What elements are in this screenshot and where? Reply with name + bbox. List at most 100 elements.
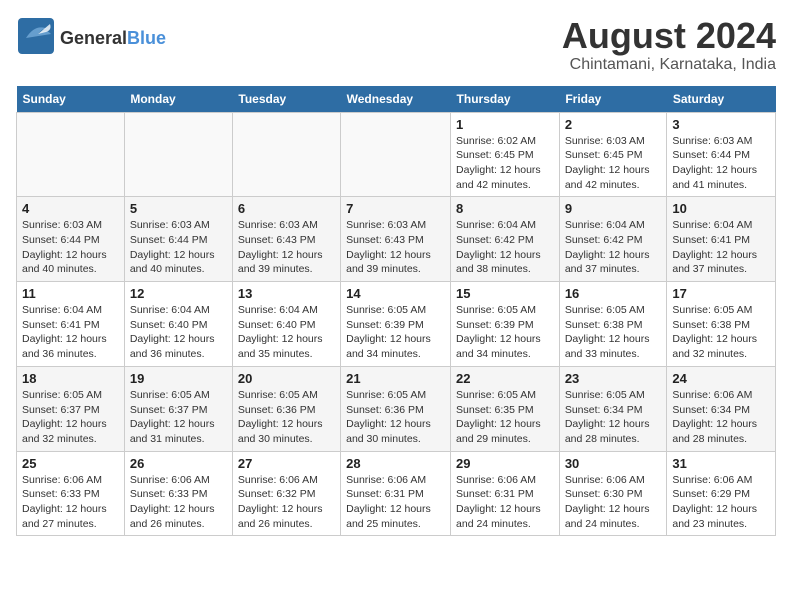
day-info: Sunrise: 6:04 AMSunset: 6:42 PMDaylight:…: [456, 218, 554, 277]
calendar-cell: 13 Sunrise: 6:04 AMSunset: 6:40 PMDayligh…: [232, 282, 340, 367]
header-cell-monday: Monday: [124, 86, 232, 113]
day-info: Sunrise: 6:02 AMSunset: 6:45 PMDaylight:…: [456, 134, 554, 193]
day-number: 25: [22, 456, 119, 471]
header-cell-sunday: Sunday: [17, 86, 125, 113]
day-number: 3: [672, 117, 770, 132]
day-info: Sunrise: 6:04 AMSunset: 6:40 PMDaylight:…: [238, 303, 335, 362]
day-number: 15: [456, 286, 554, 301]
calendar-cell: [124, 112, 232, 197]
page-header: GeneralBlue August 2024 Chintamani, Karn…: [16, 16, 776, 74]
title-block: August 2024 Chintamani, Karnataka, India: [562, 16, 776, 74]
calendar-cell: 12 Sunrise: 6:04 AMSunset: 6:40 PMDayligh…: [124, 282, 232, 367]
calendar-cell: 15 Sunrise: 6:05 AMSunset: 6:39 PMDayligh…: [451, 282, 560, 367]
day-number: 18: [22, 371, 119, 386]
calendar-cell: 5 Sunrise: 6:03 AMSunset: 6:44 PMDaylight…: [124, 197, 232, 282]
day-number: 13: [238, 286, 335, 301]
day-info: Sunrise: 6:04 AMSunset: 6:41 PMDaylight:…: [22, 303, 119, 362]
day-info: Sunrise: 6:05 AMSunset: 6:38 PMDaylight:…: [672, 303, 770, 362]
day-info: Sunrise: 6:03 AMSunset: 6:45 PMDaylight:…: [565, 134, 662, 193]
day-info: Sunrise: 6:03 AMSunset: 6:44 PMDaylight:…: [130, 218, 227, 277]
day-number: 26: [130, 456, 227, 471]
day-number: 19: [130, 371, 227, 386]
day-info: Sunrise: 6:05 AMSunset: 6:34 PMDaylight:…: [565, 388, 662, 447]
calendar-cell: 6 Sunrise: 6:03 AMSunset: 6:43 PMDaylight…: [232, 197, 340, 282]
calendar-cell: 4 Sunrise: 6:03 AMSunset: 6:44 PMDaylight…: [17, 197, 125, 282]
day-info: Sunrise: 6:05 AMSunset: 6:36 PMDaylight:…: [346, 388, 445, 447]
calendar-cell: 27Sunrise: 6:06 AMSunset: 6:32 PMDayligh…: [232, 451, 340, 536]
day-number: 14: [346, 286, 445, 301]
day-info: Sunrise: 6:06 AMSunset: 6:33 PMDaylight:…: [130, 473, 227, 532]
day-info: Sunrise: 6:06 AMSunset: 6:33 PMDaylight:…: [22, 473, 119, 532]
calendar-cell: 11 Sunrise: 6:04 AMSunset: 6:41 PMDayligh…: [17, 282, 125, 367]
header-row: SundayMondayTuesdayWednesdayThursdayFrid…: [17, 86, 776, 113]
day-number: 5: [130, 201, 227, 216]
logo: GeneralBlue: [16, 16, 166, 61]
calendar-cell: 16Sunrise: 6:05 AMSunset: 6:38 PMDayligh…: [559, 282, 667, 367]
calendar-cell: 30 Sunrise: 6:06 AMSunset: 6:30 PMDayligh…: [559, 451, 667, 536]
day-number: 9: [565, 201, 662, 216]
day-number: 7: [346, 201, 445, 216]
day-number: 4: [22, 201, 119, 216]
day-info: Sunrise: 6:06 AMSunset: 6:31 PMDaylight:…: [346, 473, 445, 532]
day-number: 2: [565, 117, 662, 132]
day-info: Sunrise: 6:05 AMSunset: 6:39 PMDaylight:…: [346, 303, 445, 362]
calendar-cell: 22 Sunrise: 6:05 AMSunset: 6:35 PMDayligh…: [451, 366, 560, 451]
calendar-cell: [17, 112, 125, 197]
day-number: 6: [238, 201, 335, 216]
day-number: 24: [672, 371, 770, 386]
day-info: Sunrise: 6:05 AMSunset: 6:37 PMDaylight:…: [130, 388, 227, 447]
header-cell-thursday: Thursday: [451, 86, 560, 113]
calendar-cell: 3 Sunrise: 6:03 AMSunset: 6:44 PMDaylight…: [667, 112, 776, 197]
calendar-cell: 31Sunrise: 6:06 AMSunset: 6:29 PMDayligh…: [667, 451, 776, 536]
day-info: Sunrise: 6:03 AMSunset: 6:43 PMDaylight:…: [346, 218, 445, 277]
day-info: Sunrise: 6:05 AMSunset: 6:35 PMDaylight:…: [456, 388, 554, 447]
day-number: 11: [22, 286, 119, 301]
header-cell-tuesday: Tuesday: [232, 86, 340, 113]
day-info: Sunrise: 6:03 AMSunset: 6:43 PMDaylight:…: [238, 218, 335, 277]
header-cell-saturday: Saturday: [667, 86, 776, 113]
calendar-cell: 28 Sunrise: 6:06 AMSunset: 6:31 PMDayligh…: [341, 451, 451, 536]
day-number: 22: [456, 371, 554, 386]
calendar-table: SundayMondayTuesdayWednesdayThursdayFrid…: [16, 86, 776, 537]
day-info: Sunrise: 6:06 AMSunset: 6:32 PMDaylight:…: [238, 473, 335, 532]
day-number: 1: [456, 117, 554, 132]
day-info: Sunrise: 6:05 AMSunset: 6:39 PMDaylight:…: [456, 303, 554, 362]
logo-icon: [16, 16, 56, 56]
day-info: Sunrise: 6:04 AMSunset: 6:40 PMDaylight:…: [130, 303, 227, 362]
logo-blue: Blue: [127, 28, 166, 48]
calendar-week-row: 4 Sunrise: 6:03 AMSunset: 6:44 PMDaylight…: [17, 197, 776, 282]
day-info: Sunrise: 6:05 AMSunset: 6:36 PMDaylight:…: [238, 388, 335, 447]
day-number: 16: [565, 286, 662, 301]
day-number: 31: [672, 456, 770, 471]
day-number: 30: [565, 456, 662, 471]
header-cell-friday: Friday: [559, 86, 667, 113]
day-number: 20: [238, 371, 335, 386]
day-info: Sunrise: 6:06 AMSunset: 6:30 PMDaylight:…: [565, 473, 662, 532]
calendar-cell: 26 Sunrise: 6:06 AMSunset: 6:33 PMDayligh…: [124, 451, 232, 536]
calendar-cell: 2 Sunrise: 6:03 AMSunset: 6:45 PMDaylight…: [559, 112, 667, 197]
day-info: Sunrise: 6:06 AMSunset: 6:31 PMDaylight:…: [456, 473, 554, 532]
calendar-week-row: 25 Sunrise: 6:06 AMSunset: 6:33 PMDayligh…: [17, 451, 776, 536]
calendar-week-row: 18 Sunrise: 6:05 AMSunset: 6:37 PMDayligh…: [17, 366, 776, 451]
calendar-cell: [232, 112, 340, 197]
calendar-week-row: 11 Sunrise: 6:04 AMSunset: 6:41 PMDayligh…: [17, 282, 776, 367]
day-info: Sunrise: 6:03 AMSunset: 6:44 PMDaylight:…: [22, 218, 119, 277]
calendar-cell: 1 Sunrise: 6:02 AMSunset: 6:45 PMDaylight…: [451, 112, 560, 197]
calendar-cell: 7 Sunrise: 6:03 AMSunset: 6:43 PMDaylight…: [341, 197, 451, 282]
calendar-cell: 9Sunrise: 6:04 AMSunset: 6:42 PMDaylight…: [559, 197, 667, 282]
calendar-cell: 17Sunrise: 6:05 AMSunset: 6:38 PMDayligh…: [667, 282, 776, 367]
location: Chintamani, Karnataka, India: [562, 56, 776, 74]
day-number: 21: [346, 371, 445, 386]
calendar-cell: 21 Sunrise: 6:05 AMSunset: 6:36 PMDayligh…: [341, 366, 451, 451]
calendar-cell: 20 Sunrise: 6:05 AMSunset: 6:36 PMDayligh…: [232, 366, 340, 451]
day-info: Sunrise: 6:03 AMSunset: 6:44 PMDaylight:…: [672, 134, 770, 193]
day-number: 28: [346, 456, 445, 471]
day-number: 29: [456, 456, 554, 471]
day-number: 12: [130, 286, 227, 301]
calendar-week-row: 1 Sunrise: 6:02 AMSunset: 6:45 PMDaylight…: [17, 112, 776, 197]
day-number: 8: [456, 201, 554, 216]
day-number: 10: [672, 201, 770, 216]
calendar-cell: 29 Sunrise: 6:06 AMSunset: 6:31 PMDayligh…: [451, 451, 560, 536]
calendar-cell: 18Sunrise: 6:05 AMSunset: 6:37 PMDayligh…: [17, 366, 125, 451]
calendar-cell: 8 Sunrise: 6:04 AMSunset: 6:42 PMDaylight…: [451, 197, 560, 282]
